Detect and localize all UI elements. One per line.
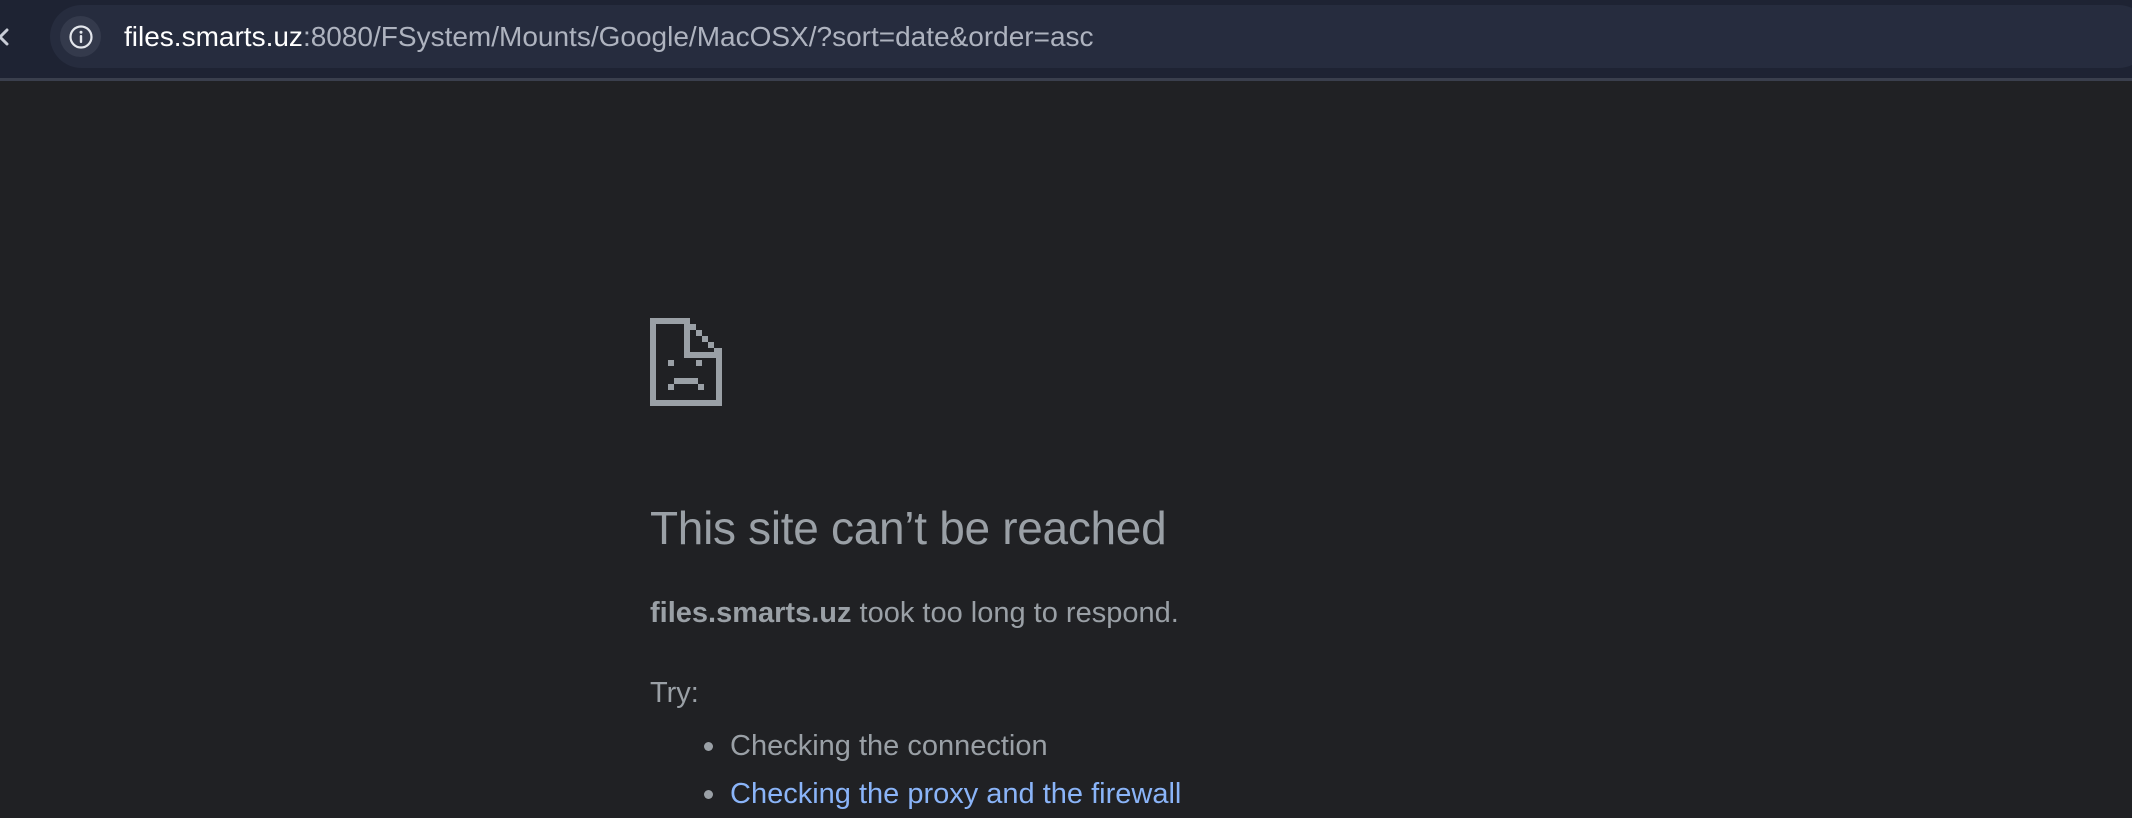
url-path: :8080/FSystem/Mounts/Google/MacOSX/?sort…	[302, 21, 1094, 52]
url-host: files.smarts.uz	[124, 21, 303, 52]
suggestion-item: Checking the proxy and the firewall	[650, 770, 1181, 818]
browser-toolbar: files.smarts.uz:8080/FSystem/Mounts/Goog…	[0, 0, 2132, 81]
proxy-firewall-link[interactable]: Checking the proxy and the firewall	[730, 778, 1181, 810]
bullet-dot	[704, 790, 713, 799]
info-icon	[68, 24, 93, 49]
back-button[interactable]	[0, 22, 16, 52]
sad-document-icon	[650, 318, 722, 406]
error-description: files.smarts.uz took too long to respond…	[650, 596, 1179, 630]
try-label: Try:	[650, 677, 699, 709]
suggestion-connection: Checking the connection	[730, 730, 1048, 762]
bullet-dot	[704, 742, 713, 751]
chevron-left-icon	[0, 28, 9, 46]
error-title: This site can’t be reached	[650, 502, 1167, 554]
url-text[interactable]: files.smarts.uz:8080/FSystem/Mounts/Goog…	[124, 21, 1094, 53]
error-domain: files.smarts.uz	[650, 597, 852, 629]
site-info-button[interactable]	[60, 16, 101, 57]
address-bar[interactable]: files.smarts.uz:8080/FSystem/Mounts/Goog…	[50, 5, 2132, 68]
error-message: took too long to respond.	[851, 597, 1179, 629]
suggestions-list: Checking the connection Checking the pro…	[650, 722, 1181, 818]
suggestion-item: Checking the connection	[650, 722, 1181, 770]
